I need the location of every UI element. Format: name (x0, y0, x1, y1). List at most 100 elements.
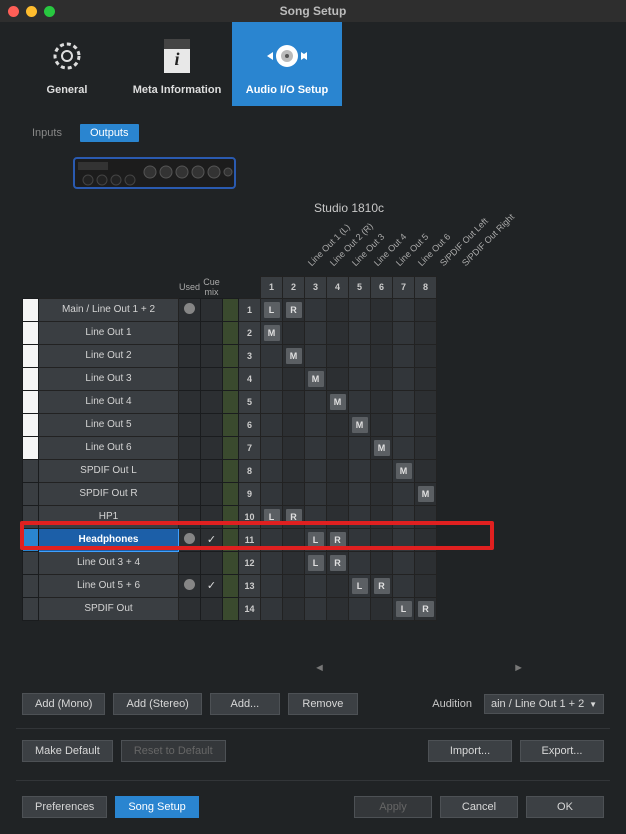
apply-button[interactable]: Apply (354, 796, 432, 818)
channel-cell[interactable]: R (283, 505, 305, 528)
make-default-button[interactable]: Make Default (22, 740, 113, 762)
channel-cell[interactable] (415, 436, 437, 459)
channel-cell[interactable] (349, 298, 371, 321)
output-name[interactable]: Line Out 5 (39, 413, 179, 436)
channel-cell[interactable]: L (305, 528, 327, 551)
row-color-swatch[interactable] (23, 298, 39, 321)
used-cell[interactable] (179, 321, 201, 344)
cue-cell[interactable] (201, 390, 223, 413)
channel-cell[interactable] (261, 367, 283, 390)
channel-cell[interactable] (283, 482, 305, 505)
used-cell[interactable] (179, 413, 201, 436)
cue-cell[interactable] (201, 436, 223, 459)
output-name[interactable]: Line Out 3 (39, 367, 179, 390)
channel-cell[interactable] (415, 321, 437, 344)
channel-cell[interactable] (261, 436, 283, 459)
output-name[interactable]: Line Out 3 + 4 (39, 551, 179, 574)
output-name[interactable]: HP1 (39, 505, 179, 528)
channel-cell[interactable] (393, 321, 415, 344)
channel-cell[interactable] (349, 344, 371, 367)
channel-cell[interactable] (327, 459, 349, 482)
song-setup-button[interactable]: Song Setup (115, 796, 199, 818)
channel-cell[interactable] (349, 505, 371, 528)
channel-cell[interactable] (305, 344, 327, 367)
channel-cell[interactable] (349, 367, 371, 390)
channel-cell[interactable] (371, 367, 393, 390)
cue-cell[interactable] (201, 505, 223, 528)
add-mono-button[interactable]: Add (Mono) (22, 693, 105, 715)
channel-cell[interactable] (415, 551, 437, 574)
channel-cell[interactable] (327, 436, 349, 459)
channel-cell[interactable] (393, 574, 415, 597)
row-color-swatch[interactable] (23, 321, 39, 344)
channel-cell[interactable] (261, 344, 283, 367)
channel-cell[interactable] (393, 298, 415, 321)
output-name[interactable]: SPDIF Out L (39, 459, 179, 482)
used-cell[interactable] (179, 459, 201, 482)
channel-cell[interactable] (393, 413, 415, 436)
channel-cell[interactable] (349, 459, 371, 482)
channel-cell[interactable] (305, 574, 327, 597)
channel-cell[interactable]: L (349, 574, 371, 597)
channel-cell[interactable] (349, 390, 371, 413)
channel-cell[interactable] (371, 321, 393, 344)
output-name[interactable]: Headphones (39, 528, 179, 551)
cue-cell[interactable] (201, 413, 223, 436)
channel-cell[interactable] (327, 344, 349, 367)
cue-cell[interactable]: ✓ (201, 528, 223, 551)
channel-cell[interactable]: R (371, 574, 393, 597)
output-name[interactable]: Line Out 5 + 6 (39, 574, 179, 597)
channel-cell[interactable] (393, 505, 415, 528)
channel-cell[interactable]: R (327, 528, 349, 551)
used-cell[interactable] (179, 574, 201, 597)
preferences-button[interactable]: Preferences (22, 796, 107, 818)
channel-cell[interactable]: M (327, 390, 349, 413)
channel-cell[interactable] (305, 390, 327, 413)
channel-cell[interactable] (371, 528, 393, 551)
channel-cell[interactable] (305, 459, 327, 482)
channel-cell[interactable] (305, 505, 327, 528)
channel-cell[interactable] (371, 298, 393, 321)
row-color-swatch[interactable] (23, 505, 39, 528)
channel-cell[interactable] (415, 413, 437, 436)
channel-cell[interactable] (283, 413, 305, 436)
ok-button[interactable]: OK (526, 796, 604, 818)
channel-cell[interactable] (327, 482, 349, 505)
channel-cell[interactable] (349, 436, 371, 459)
tab-inputs[interactable]: Inputs (22, 124, 72, 142)
channel-cell[interactable] (415, 390, 437, 413)
used-cell[interactable] (179, 528, 201, 551)
channel-cell[interactable] (305, 436, 327, 459)
row-color-swatch[interactable] (23, 551, 39, 574)
channel-cell[interactable] (349, 321, 371, 344)
cue-cell[interactable] (201, 344, 223, 367)
tab-outputs[interactable]: Outputs (80, 124, 139, 142)
export-button[interactable]: Export... (520, 740, 604, 762)
cue-cell[interactable] (201, 551, 223, 574)
channel-cell[interactable] (327, 505, 349, 528)
channel-cell[interactable]: L (261, 298, 283, 321)
reset-to-default-button[interactable]: Reset to Default (121, 740, 226, 762)
channel-cell[interactable] (261, 413, 283, 436)
tab-general[interactable]: General (12, 22, 122, 106)
channel-cell[interactable] (327, 321, 349, 344)
channel-cell[interactable]: L (305, 551, 327, 574)
output-name[interactable]: Line Out 6 (39, 436, 179, 459)
channel-cell[interactable]: M (261, 321, 283, 344)
channel-cell[interactable] (371, 551, 393, 574)
channel-cell[interactable] (415, 528, 437, 551)
channel-cell[interactable] (327, 574, 349, 597)
channel-cell[interactable] (371, 390, 393, 413)
channel-cell[interactable] (415, 459, 437, 482)
row-color-swatch[interactable] (23, 344, 39, 367)
row-color-swatch[interactable] (23, 413, 39, 436)
channel-cell[interactable] (261, 597, 283, 620)
channel-cell[interactable] (305, 597, 327, 620)
import-button[interactable]: Import... (428, 740, 512, 762)
channel-cell[interactable] (371, 482, 393, 505)
channel-cell[interactable]: L (393, 597, 415, 620)
channel-cell[interactable] (393, 390, 415, 413)
channel-cell[interactable]: M (349, 413, 371, 436)
channel-cell[interactable]: R (415, 597, 437, 620)
add-stereo-button[interactable]: Add (Stereo) (113, 693, 201, 715)
